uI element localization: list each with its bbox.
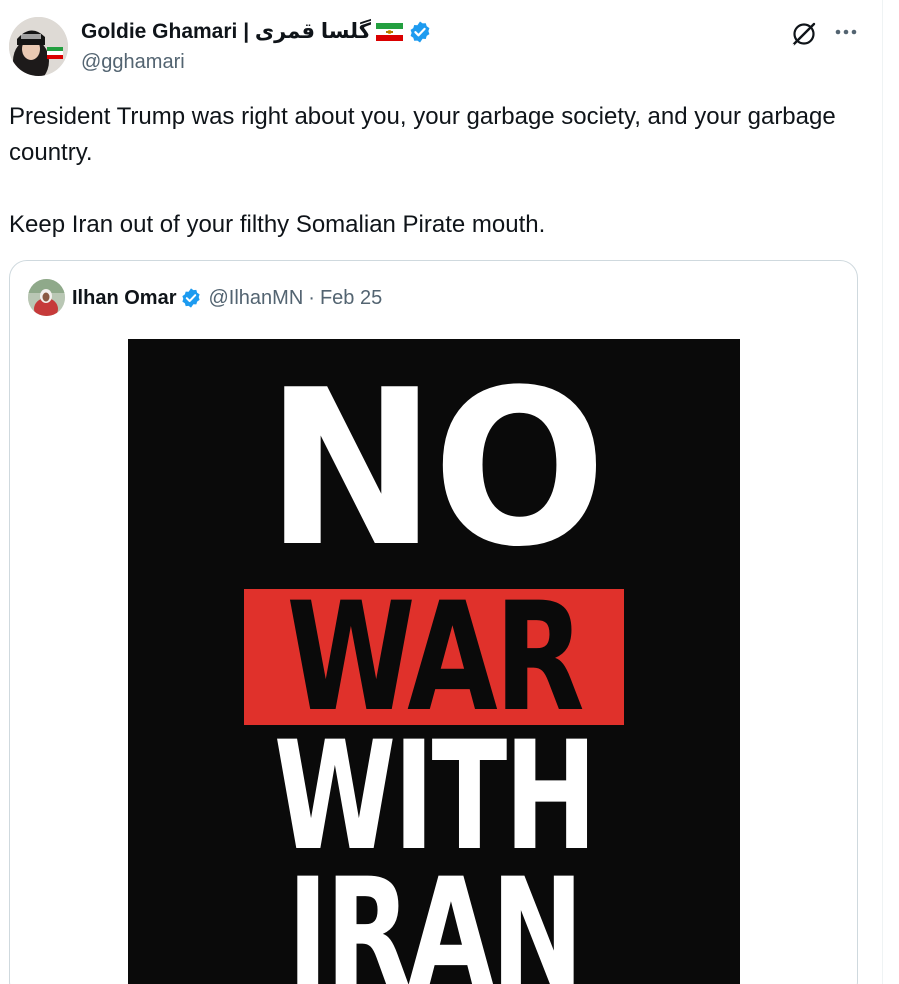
tweet-text-line: Keep Iran out of your filthy Somalian Pi… — [9, 211, 546, 238]
author-name-text[interactable]: Goldie Ghamari | گلسا قمری — [81, 19, 371, 45]
quoted-tweet-card[interactable]: Ilhan Omar @IlhanMN · Feb 25 NO WAR WITH… — [9, 260, 858, 984]
more-options-button[interactable] — [832, 18, 860, 46]
tweet-detail-page: Goldie Ghamari | گلسا قمری @gghamari Pre… — [0, 0, 899, 984]
author-name[interactable]: Goldie Ghamari | گلسا قمری — [81, 19, 432, 45]
poster-word-iran: IRAN — [287, 847, 584, 984]
quoted-tweet-image[interactable]: NO WAR WITH IRAN — [128, 339, 740, 984]
poster-word-with: WITH — [273, 710, 597, 884]
quoted-author-name[interactable]: Ilhan Omar — [72, 285, 176, 311]
header-separator: · — [308, 287, 315, 309]
tweet-text-line: President Trump was right about you, you… — [9, 103, 836, 166]
avatar-photo — [9, 17, 68, 76]
tweet-text: President Trump was right about you, you… — [9, 99, 859, 243]
author-avatar[interactable] — [9, 17, 68, 76]
poster-word-no: NO — [265, 343, 607, 594]
column-divider — [882, 0, 883, 984]
author-handle[interactable]: @gghamari — [81, 50, 185, 74]
poster-word-war: WAR — [286, 571, 584, 745]
verified-badge-icon — [182, 288, 201, 308]
more-options-icon — [835, 29, 857, 35]
quoted-tweet-date[interactable]: Feb 25 — [320, 285, 382, 311]
grok-icon — [791, 22, 816, 47]
quoted-tweet-header: Ilhan Omar @IlhanMN · Feb 25 — [72, 285, 382, 311]
verified-badge-icon[interactable] — [408, 20, 432, 44]
quoted-author-handle[interactable]: @IlhanMN — [208, 285, 303, 311]
grok-button[interactable] — [788, 18, 820, 50]
quoted-avatar-photo — [28, 279, 65, 316]
quoted-author-avatar[interactable] — [28, 279, 65, 316]
iran-flag-icon — [375, 23, 403, 41]
